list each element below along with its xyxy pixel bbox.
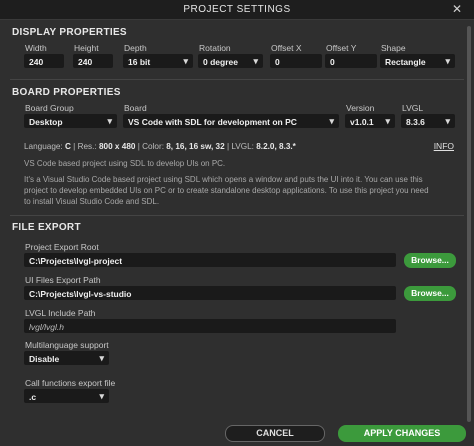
height-label: Height <box>74 43 99 53</box>
divider <box>10 215 464 216</box>
offset-x-input[interactable]: 0 <box>270 54 322 68</box>
shape-select[interactable]: Rectangle <box>380 54 455 68</box>
cancel-button[interactable]: CANCEL <box>225 425 325 442</box>
lvgl-label: LVGL <box>402 103 424 113</box>
multilanguage-support-label: Multilanguage support <box>25 340 109 350</box>
ui-files-export-path-input[interactable]: C:\Projects\lvgl-vs-studio <box>24 286 396 300</box>
rotation-select[interactable]: 0 degree <box>198 54 263 68</box>
color-value: 8, 16, 16 sw, 32 <box>166 142 225 151</box>
board-group-label: Board Group <box>25 103 74 113</box>
board-description-line-1: It's a Visual Studio Code based project … <box>24 175 423 184</box>
board-description-line-2: project to develop embedded UIs on PC or… <box>24 186 429 195</box>
board-description-short: VS Code based project using SDL to devel… <box>24 159 226 168</box>
lvgl-include-path-input[interactable]: lvgl/lvgl.h <box>24 319 396 333</box>
board-info-line: Language: C | Res.: 800 x 480 | Color: 8… <box>24 142 296 151</box>
lvgl-info-label: LVGL: <box>231 142 254 151</box>
info-link[interactable]: INFO <box>434 141 454 151</box>
divider <box>10 79 464 80</box>
board-select[interactable]: VS Code with SDL for development on PC <box>123 114 339 128</box>
offset-y-label: Offset Y <box>326 43 357 53</box>
file-export-heading: FILE EXPORT <box>12 222 81 233</box>
version-label: Version <box>346 103 375 113</box>
depth-select[interactable]: 16 bit <box>123 54 193 68</box>
board-label: Board <box>124 103 147 113</box>
title-bar: PROJECT SETTINGS ✕ <box>0 0 474 20</box>
project-settings-window: PROJECT SETTINGS ✕ DISPLAY PROPERTIES Wi… <box>0 0 474 446</box>
rotation-label: Rotation <box>199 43 231 53</box>
res-value: 800 x 480 <box>99 142 136 151</box>
project-export-root-label: Project Export Root <box>25 242 99 252</box>
depth-label: Depth <box>124 43 147 53</box>
close-icon[interactable]: ✕ <box>450 2 464 16</box>
board-group-select[interactable]: Desktop <box>24 114 117 128</box>
color-label: Color: <box>142 142 164 151</box>
ui-path-browse-button[interactable]: Browse... <box>404 286 456 301</box>
offset-y-input[interactable]: 0 <box>325 54 377 68</box>
shape-label: Shape <box>381 43 406 53</box>
height-input[interactable]: 240 <box>73 54 113 68</box>
lvgl-include-path-label: LVGL Include Path <box>25 308 96 318</box>
lvgl-select[interactable]: 8.3.6 <box>401 114 455 128</box>
offset-x-label: Offset X <box>271 43 302 53</box>
scrollbar-thumb[interactable] <box>467 26 471 422</box>
width-label: Width <box>25 43 47 53</box>
version-select[interactable]: v1.0.1 <box>345 114 395 128</box>
multilanguage-select[interactable]: Disable <box>24 351 109 365</box>
board-properties-heading: BOARD PROPERTIES <box>12 87 121 98</box>
call-functions-export-label: Call functions export file <box>25 378 116 388</box>
window-title: PROJECT SETTINGS <box>183 4 291 15</box>
project-export-root-input[interactable]: C:\Projects\lvgl-project <box>24 253 396 267</box>
width-input[interactable]: 240 <box>24 54 64 68</box>
ui-files-export-path-label: UI Files Export Path <box>25 275 101 285</box>
apply-changes-button[interactable]: APPLY CHANGES <box>338 425 466 442</box>
board-description-line-3: to install Visual Studio Code and SDL. <box>24 197 160 206</box>
call-functions-export-select[interactable]: .c <box>24 389 109 403</box>
display-properties-heading: DISPLAY PROPERTIES <box>12 27 127 38</box>
language-label: Language: <box>24 142 63 151</box>
res-label: Res.: <box>77 142 97 151</box>
language-value: C <box>64 142 71 151</box>
project-root-browse-button[interactable]: Browse... <box>404 253 456 268</box>
lvgl-info-value: 8.2.0, 8.3.* <box>256 142 296 151</box>
